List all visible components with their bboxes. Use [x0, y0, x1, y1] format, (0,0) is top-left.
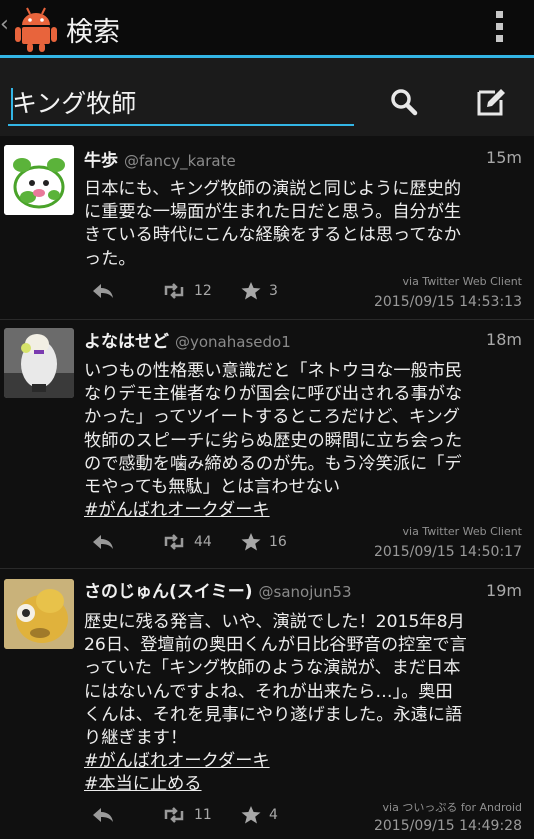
tweet-timestamp: 2015/09/15 14:50:17 [373, 544, 522, 560]
tweet-timestamp: 2015/09/15 14:53:13 [373, 294, 522, 310]
tweet-handle: @sanojun53 [258, 583, 352, 601]
tweet-item[interactable]: よなはせど @yonahasedo1 18m いつもの性格悪い意識だと「ネトウヨな… [0, 320, 534, 569]
reply-icon [93, 808, 113, 822]
favorite-button[interactable]: 4 [241, 806, 278, 824]
search-row [0, 58, 534, 136]
reply-icon [93, 535, 113, 549]
tweet-text: 歴史に残る発言、いや、演説でした！2015年8月 26日、登壇前の奥田くんが日比… [84, 611, 524, 797]
tweet-handle: @fancy_karate [124, 152, 236, 170]
retweet-count: 12 [194, 283, 212, 299]
back-caret-icon[interactable]: ‹ [0, 12, 9, 37]
retweet-icon [164, 283, 184, 299]
tweet-text: いつもの性格悪い意識だと「ネトウヨな一般市民 なりデモ主催者なりが国会に呼び出さ… [84, 360, 524, 522]
tweet-item[interactable]: さのじゅん(スイミー) @sanojun53 19m 歴史に残る発言、いや、演説で… [0, 569, 534, 839]
retweet-icon [164, 807, 184, 823]
search-icon[interactable] [388, 86, 420, 118]
overflow-menu-icon[interactable] [496, 11, 504, 45]
tweet-via: via Twitter Web Client [402, 525, 523, 538]
action-bar: ‹ 検索 [0, 0, 534, 58]
retweet-icon [164, 534, 184, 550]
favorite-button[interactable]: 16 [241, 533, 287, 551]
tweet-author[interactable]: よなはせど @yonahasedo1 [84, 327, 291, 352]
favorite-button[interactable]: 3 [241, 282, 278, 300]
text-cursor [11, 88, 13, 120]
favorite-count: 4 [269, 807, 278, 823]
favorite-count: 3 [269, 283, 278, 299]
star-icon [241, 533, 261, 551]
tweet-author[interactable]: 牛歩 @fancy_karate [84, 146, 236, 171]
retweet-count: 11 [194, 807, 212, 823]
reply-button[interactable] [92, 283, 122, 299]
android-app-icon[interactable] [14, 5, 58, 53]
retweet-button[interactable]: 12 [162, 283, 212, 299]
compose-icon[interactable] [475, 86, 507, 118]
tweet-via: via Twitter Web Client [402, 275, 523, 288]
favorite-count: 16 [269, 534, 287, 550]
avatar[interactable] [4, 328, 74, 398]
tweet-text: 日本にも、キング牧師の演説と同じように歴史的 に重要な一場面が生まれた日だと思う… [84, 179, 462, 269]
page-title: 検索 [66, 17, 120, 48]
tweet-age: 19m [486, 581, 522, 600]
retweet-button[interactable]: 11 [162, 807, 212, 823]
tweet-via: via ついっぷる for Android [382, 801, 522, 814]
reply-button[interactable] [92, 534, 122, 550]
retweet-button[interactable]: 44 [162, 534, 212, 550]
tweet-age: 15m [486, 148, 522, 167]
reply-icon [93, 284, 113, 298]
retweet-count: 44 [194, 534, 212, 550]
avatar[interactable] [4, 579, 74, 649]
tweet-age: 18m [486, 330, 522, 349]
hashtag-link[interactable]: #がんばれオークダーキ [84, 750, 524, 773]
search-input[interactable] [8, 84, 354, 126]
tweet-item[interactable]: 牛歩 @fancy_karate 15m 日本にも、キング牧師の演説と同じように歴… [0, 136, 534, 320]
star-icon [241, 806, 261, 824]
hashtag-link[interactable]: #本当に止める [84, 773, 524, 796]
star-icon [241, 282, 261, 300]
tweet-author[interactable]: さのじゅん(スイミー) @sanojun53 [84, 577, 352, 602]
reply-button[interactable] [92, 807, 122, 823]
avatar[interactable] [4, 145, 74, 215]
hashtag-link[interactable]: #がんばれオークダーキ [84, 499, 524, 522]
tweet-handle: @yonahasedo1 [175, 333, 291, 351]
tweet-timestamp: 2015/09/15 14:49:28 [373, 818, 522, 834]
